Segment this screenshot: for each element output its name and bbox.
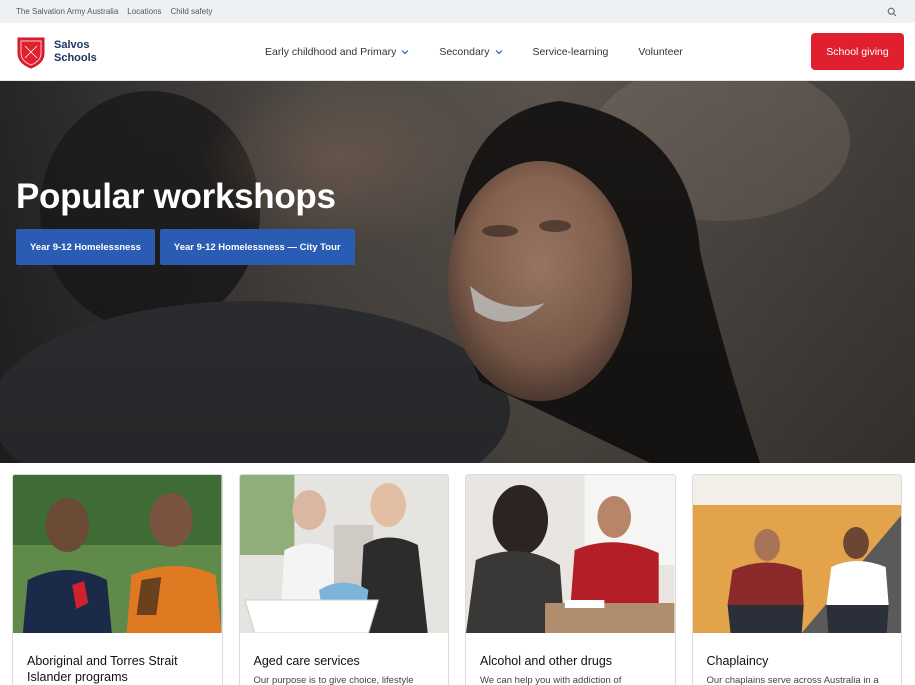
hero-buttons: Year 9-12 Homelessness Year 9-12 Homeles… (16, 229, 355, 265)
chevron-down-icon (401, 49, 409, 54)
card-image (466, 475, 675, 633)
school-giving-button[interactable]: School giving (811, 33, 904, 70)
card-aboriginal-programs[interactable]: Aboriginal and Torres Strait Islander pr… (12, 474, 223, 685)
card-title: Aged care services (253, 654, 360, 668)
logo-line-1: Salvos (54, 38, 90, 51)
card-image (239, 475, 448, 633)
utility-link-child-safety[interactable]: Child safety (171, 7, 213, 16)
card-title: Aboriginal and Torres Strait Islander pr… (27, 654, 178, 684)
card-photo-two-men (13, 475, 222, 633)
card-description: Our chaplains serve across Australia in … (706, 675, 879, 685)
card-alcohol-drugs[interactable]: Alcohol and other drugs We can help you … (465, 474, 676, 685)
chevron-down-icon (495, 49, 502, 54)
nav-item-label: Secondary (439, 45, 490, 58)
site-logo[interactable]: Salvos Schools (16, 35, 97, 69)
hero-title: Popular workshops (16, 177, 336, 216)
card-description: Our purpose is to give choice, lifestyle (253, 675, 414, 685)
hero-banner: Popular workshops Year 9-12 Homelessness… (0, 81, 915, 463)
card-body: Aboriginal and Torres Strait Islander pr… (13, 633, 222, 685)
card-title: Alcohol and other drugs (480, 654, 613, 668)
salvation-army-shield-icon (17, 37, 45, 69)
card-photo-aged-care (239, 475, 448, 633)
card-body: Alcohol and other drugs We can help you … (466, 633, 675, 685)
utility-link-salvation-army[interactable]: The Salvation Army Australia (16, 7, 118, 16)
card-image (692, 475, 901, 633)
card-body: Aged care services Our purpose is to giv… (240, 633, 449, 685)
nav-item-label: Service-learning (532, 45, 609, 58)
nav-item-secondary[interactable]: Secondary (439, 46, 502, 58)
card-photo-counselling (466, 475, 675, 633)
logo-text: Salvos Schools (54, 39, 97, 65)
card-photo-chaplaincy (692, 475, 901, 633)
main-header: Salvos Schools Early childhood and Prima… (0, 23, 915, 81)
card-body: Chaplaincy Our chaplains serve across Au… (693, 633, 902, 685)
card-description: We can help you with addiction of (480, 675, 622, 685)
card-title: Chaplaincy (706, 654, 769, 668)
workshop-button-homelessness[interactable]: Year 9-12 Homelessness (16, 229, 155, 265)
hero-background-image (0, 81, 915, 463)
logo-line-2: Schools (54, 51, 97, 64)
utility-bar: The Salvation Army Australia Locations C… (0, 0, 915, 23)
search-icon (887, 7, 897, 16)
nav-item-service-learning[interactable]: Service-learning (533, 46, 609, 58)
search-button[interactable] (885, 5, 899, 19)
workshop-button-city-tour[interactable]: Year 9-12 Homelessness — City Tour (159, 229, 355, 265)
nav-item-label: Early childhood and Primary (265, 45, 397, 58)
nav-item-volunteer[interactable]: Volunteer (638, 46, 682, 58)
nav-item-early-childhood[interactable]: Early childhood and Primary (265, 46, 409, 58)
main-nav: Early childhood and Primary Secondary Se… (137, 46, 811, 58)
service-cards: Aboriginal and Torres Strait Islander pr… (0, 463, 915, 685)
card-image (13, 475, 222, 633)
utility-link-locations[interactable]: Locations (127, 7, 161, 16)
nav-item-label: Volunteer (638, 45, 683, 58)
card-chaplaincy[interactable]: Chaplaincy Our chaplains serve across Au… (691, 474, 902, 685)
card-aged-care[interactable]: Aged care services Our purpose is to giv… (238, 474, 449, 685)
